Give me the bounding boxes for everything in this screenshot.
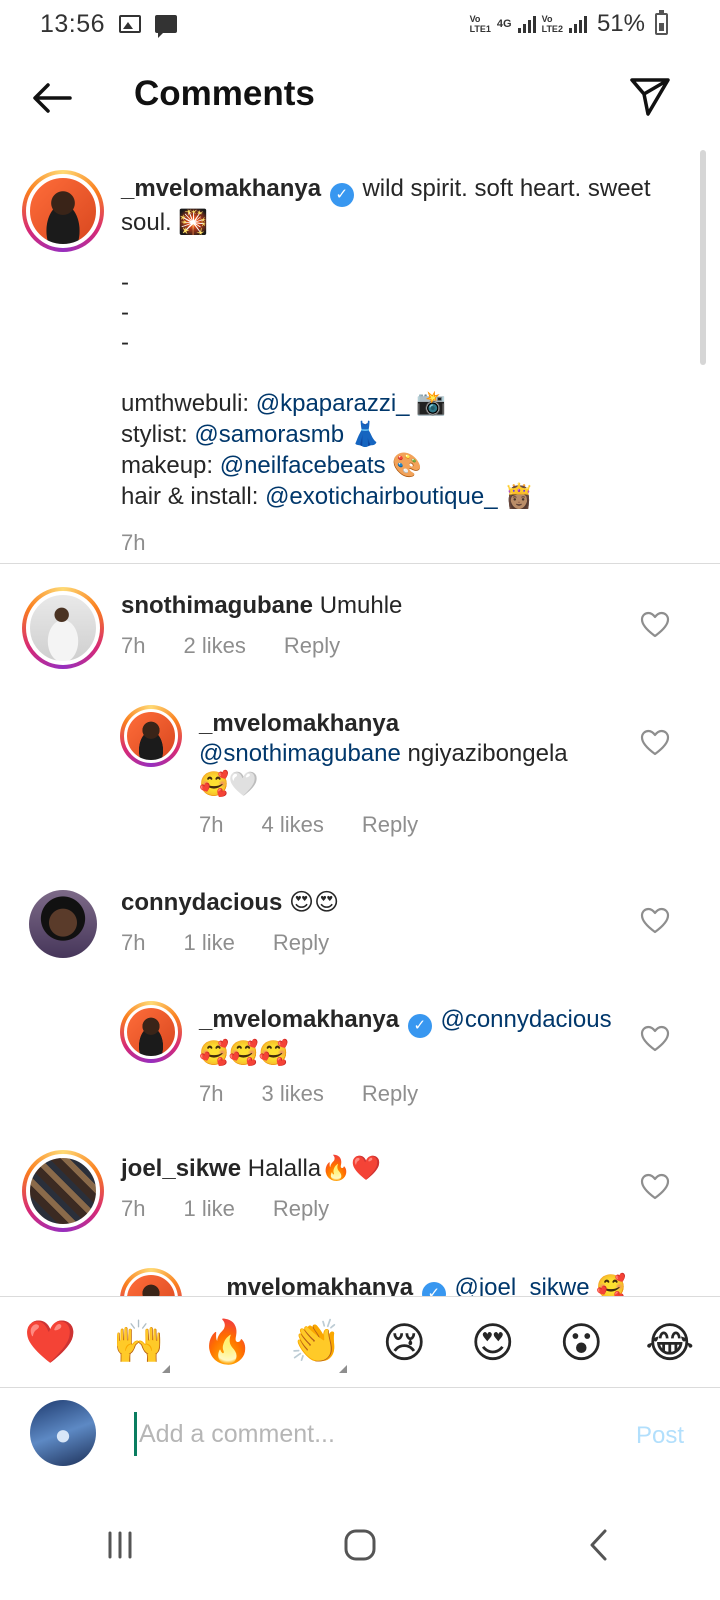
comment-text: Umuhle [319,592,403,619]
mention-link[interactable]: @snothimagubane [199,740,401,767]
avatar[interactable] [120,705,182,767]
message-notification-icon [155,15,178,38]
likes-count[interactable]: 1 like [183,930,234,956]
comment-input[interactable] [134,1412,604,1456]
avatar[interactable] [29,890,97,958]
skin-tone-indicator [161,1365,170,1373]
like-button[interactable] [640,1024,670,1054]
comment-text: Halalla [247,1155,322,1182]
reply-button[interactable]: Reply [284,633,340,659]
likes-count[interactable]: 1 like [183,1196,234,1222]
avatar[interactable] [22,587,104,669]
divider [0,563,720,564]
caption-text: wild spirit. soft heart. [362,175,582,202]
gallery-notification-icon [119,15,142,33]
scrollbar[interactable] [700,150,706,365]
fire-emoji-button[interactable]: 🔥 [192,1317,262,1367]
volte1-indicator: Vo LTE1 [469,14,491,34]
mention-link[interactable]: @neilfacebeats [220,452,386,479]
page-title: Comments [134,74,315,113]
comment-time: 7h [199,1081,224,1106]
comment-username[interactable]: connydacious [121,889,282,916]
crying-emoji-button[interactable]: 😢 [369,1318,439,1367]
like-button[interactable] [640,728,670,758]
system-nav-bar [0,1490,720,1600]
signal-icon [517,15,536,33]
caption: _mvelomakhanya ✓ wild spirit. soft heart… [121,174,661,556]
caption-time: 7h [121,530,146,555]
quick-emoji-bar: ❤️ 🙌 🔥 👏 😢 😍 😮 😂 [0,1296,720,1388]
heart-outline-icon [640,1025,670,1052]
verified-badge-icon: ✓ [407,1014,432,1038]
heart-outline-icon [640,611,670,638]
heart-outline-icon [640,1173,670,1200]
comment-username[interactable]: joel_sikwe [121,1155,241,1182]
comment: snothimagubane Umuhle 7h 2 likes Reply [121,591,621,659]
comment-composer: Post [0,1390,720,1490]
avatar[interactable] [22,1150,104,1232]
back-button[interactable] [28,74,76,122]
reply-comment: _mvelomakhanya @snothimagubane ngiyazibo… [199,710,568,838]
like-button[interactable] [640,906,670,936]
surprised-emoji-button[interactable]: 😮 [546,1318,616,1367]
home-icon [344,1529,376,1561]
mention-link[interactable]: @connydacious [440,1006,611,1033]
chevron-left-icon [590,1529,607,1561]
raising-hands-emoji-button[interactable]: 🙌 [104,1317,174,1373]
heart-outline-icon [640,907,670,934]
clapping-emoji-button[interactable]: 👏 [281,1317,351,1373]
caption-username[interactable]: _mvelomakhanya [121,175,321,202]
status-time: 13:56 [40,9,106,38]
laughing-emoji-button[interactable]: 😂 [635,1318,705,1367]
volte2-indicator: Vo LTE2 [541,14,563,34]
likes-count[interactable]: 3 likes [261,1081,323,1107]
network-type: 4G [496,18,512,30]
caption-dashes: - - - [121,269,129,356]
avatar[interactable] [120,1001,182,1063]
post-button[interactable]: Post [636,1422,684,1450]
battery-icon [655,10,668,35]
header: Comments [0,48,720,144]
reply-button[interactable]: Reply [362,1081,418,1107]
comment: joel_sikwe Halalla🔥❤️ 7h 1 like Reply [121,1154,381,1222]
heart-emoji-button[interactable]: ❤️ [15,1317,85,1367]
recents-button[interactable] [80,1515,160,1575]
caption-credits: umthwebuli: @kpaparazzi_ 📸 stylist: @sam… [121,389,535,510]
battery-percent: 51% [596,10,645,37]
likes-count[interactable]: 4 likes [261,812,323,838]
home-button[interactable] [320,1515,400,1575]
comment-time: 7h [121,633,146,658]
mention-link[interactable]: @kpaparazzi_ [256,390,410,417]
comment-username[interactable]: snothimagubane [121,592,313,619]
mention-link[interactable]: @samorasmb [194,421,344,448]
heart-eyes-emoji-button[interactable]: 😍 [458,1318,528,1367]
reply-button[interactable]: Reply [273,930,329,956]
verified-badge-icon: ✓ [329,183,354,207]
status-bar: 13:56 Vo LTE1 4G Vo LTE2 51% [0,0,720,48]
signal-icon [568,15,587,33]
avatar [30,1400,96,1466]
avatar[interactable] [22,170,104,252]
comment-time: 7h [121,930,146,955]
paper-plane-icon [630,78,670,116]
reply-button[interactable]: Reply [362,812,418,838]
system-back-button[interactable] [560,1515,640,1575]
like-button[interactable] [640,1172,670,1202]
reply-comment: _mvelomakhanya ✓ @connydacious 🥰🥰🥰 7h 3 … [199,1006,612,1107]
arrow-left-icon [33,83,72,113]
comment-username[interactable]: _mvelomakhanya [199,710,399,737]
comment-username[interactable]: _mvelomakhanya [199,1006,399,1033]
heart-outline-icon [640,729,670,756]
share-button[interactable] [626,72,674,120]
comment-text: ngiyazibongela [400,740,568,767]
skin-tone-indicator [338,1365,347,1373]
recents-icon [108,1531,132,1559]
likes-count[interactable]: 2 likes [183,633,245,659]
reply-button[interactable]: Reply [273,1196,329,1222]
comment-time: 7h [199,812,224,837]
like-button[interactable] [640,610,670,640]
comment: connydacious 😍😍 7h 1 like Reply [121,888,340,956]
mention-link[interactable]: @exotichairboutique_ [265,483,498,510]
comment-time: 7h [121,1196,146,1221]
